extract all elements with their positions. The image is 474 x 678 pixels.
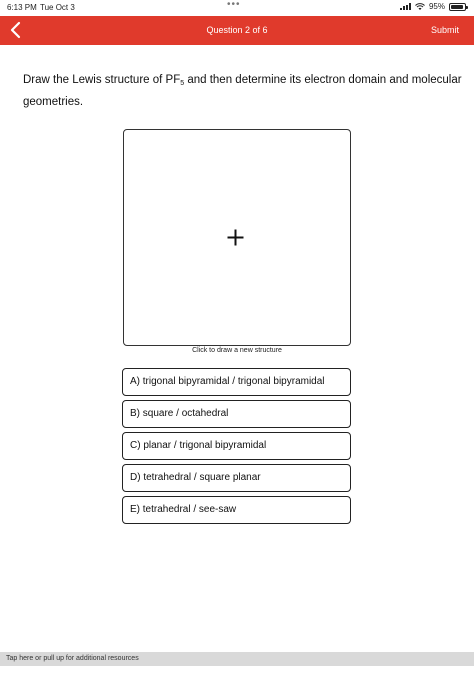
battery-percent: 95% [428, 2, 445, 11]
drawing-canvas[interactable] [123, 129, 351, 346]
status-indicators: 95% [399, 2, 468, 11]
multitasking-dots[interactable]: ••• [227, 0, 241, 10]
battery-icon [449, 2, 468, 11]
option-d[interactable]: D) tetrahedral / square planar [122, 464, 351, 492]
question-text: Draw the Lewis structure of PF5 and then… [23, 71, 463, 112]
option-b[interactable]: B) square / octahedral [122, 400, 351, 428]
status-date: Tue Oct 3 [40, 3, 75, 12]
plus-icon[interactable] [227, 229, 244, 246]
option-a[interactable]: A) trigonal bipyramidal / trigonal bipyr… [122, 368, 351, 396]
answer-options: A) trigonal bipyramidal / trigonal bipyr… [122, 368, 351, 528]
question-text-start: Draw the Lewis structure of PF [23, 74, 181, 86]
page: 6:13 PM Tue Oct 3 ••• 95% Question 2 of … [0, 0, 474, 678]
wifi-icon [415, 2, 425, 10]
battery-level [451, 4, 464, 9]
drawing-caption: Click to draw a new structure [192, 347, 282, 354]
option-c[interactable]: C) planar / trigonal bipyramidal [122, 432, 351, 460]
additional-resources-bar[interactable]: Tap here or pull up for additional resou… [0, 652, 474, 666]
question-counter: Question 2 of 6 [206, 25, 268, 35]
submit-button[interactable]: Submit [431, 25, 459, 35]
cellular-signal-icon [399, 3, 411, 10]
header-bar: Question 2 of 6 Submit [0, 16, 474, 45]
status-time: 6:13 PM [7, 3, 37, 12]
status-bar: 6:13 PM Tue Oct 3 ••• 95% [0, 0, 474, 16]
option-e[interactable]: E) tetrahedral / see-saw [122, 496, 351, 524]
